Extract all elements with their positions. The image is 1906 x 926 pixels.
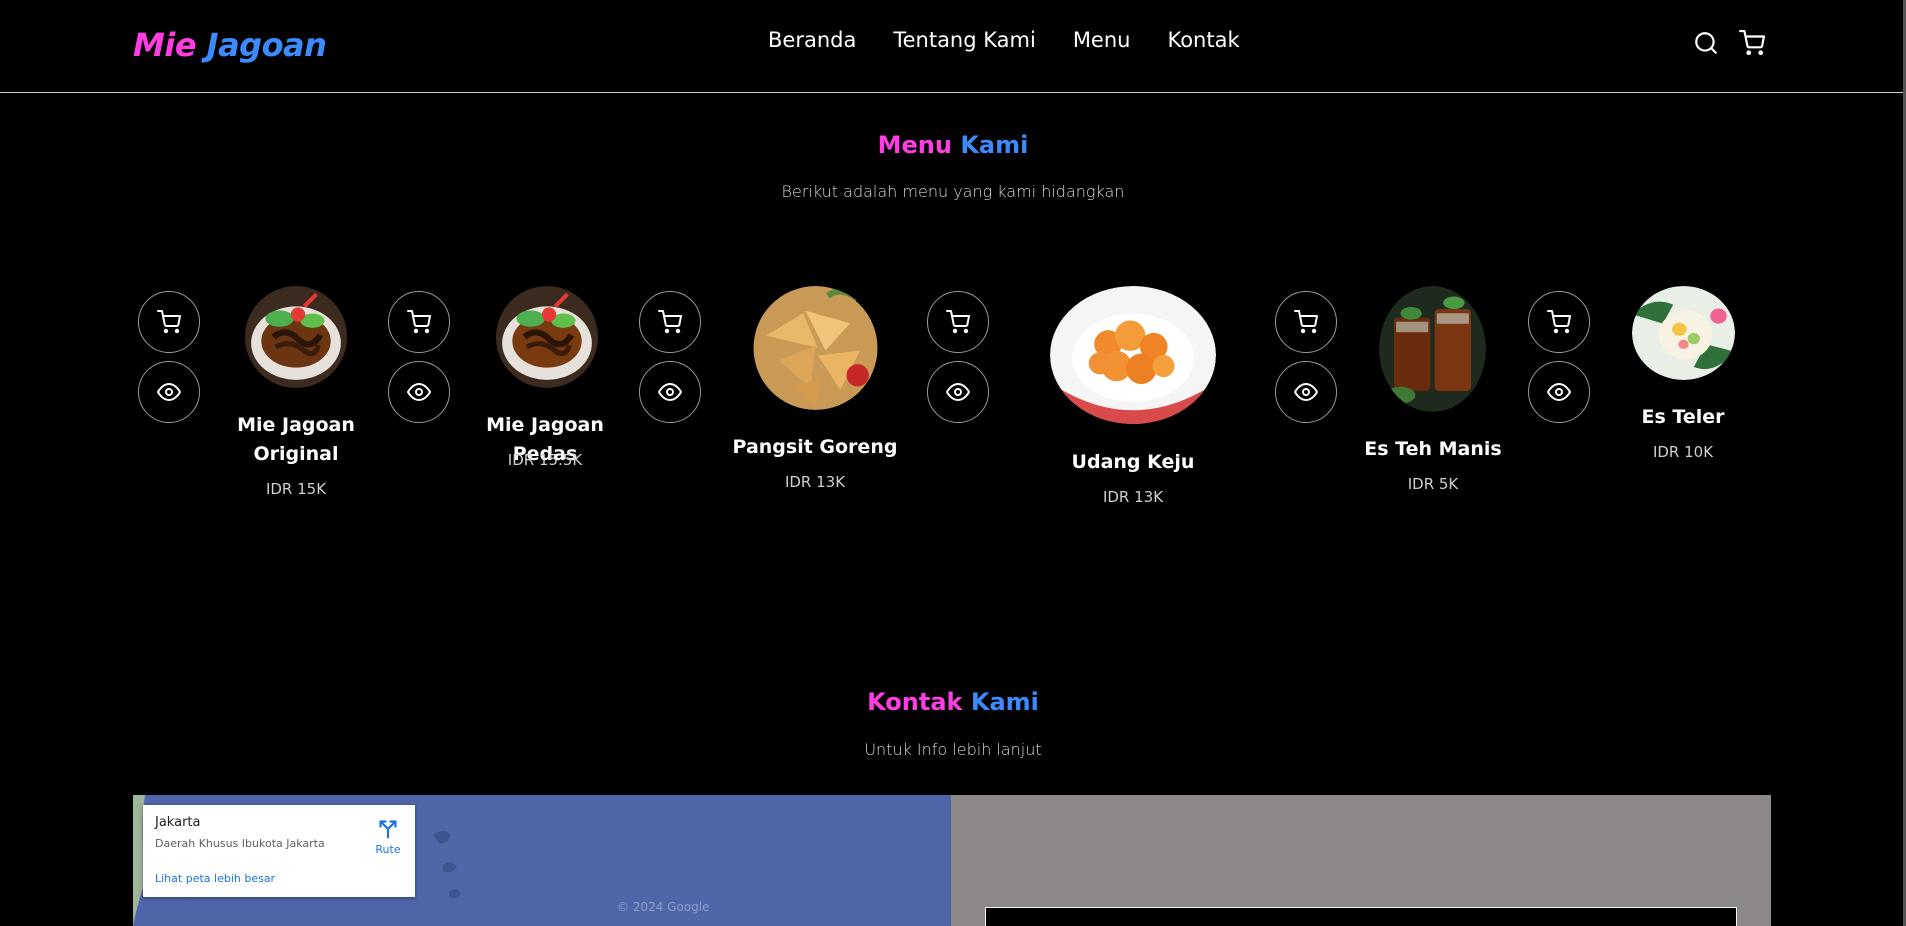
food-image-es-teler — [1632, 286, 1735, 380]
food-image-pangsit-goreng — [751, 286, 880, 410]
food-price: IDR 10K — [1652, 443, 1714, 461]
food-image-mie-pedas — [494, 286, 600, 388]
shopping-cart-icon — [157, 310, 181, 334]
add-to-cart-button[interactable] — [1275, 291, 1337, 353]
contact-section-title: Kontak Kami — [0, 688, 1906, 716]
brand-part-2: Jagoan — [206, 26, 327, 64]
food-image-udang-keju — [1050, 286, 1216, 424]
food-name-line-1: Mie Jagoan — [237, 414, 355, 436]
eye-icon — [1547, 382, 1571, 402]
eye-icon — [157, 382, 181, 402]
eye-icon — [1294, 382, 1318, 402]
food-image-mie-original — [243, 286, 349, 388]
nav-link-tentang-kami[interactable]: Tentang Kami — [893, 28, 1035, 52]
view-larger-map-link[interactable]: Lihat peta lebih besar — [155, 872, 275, 885]
contact-input-box[interactable] — [985, 907, 1737, 926]
nav-link-kontak[interactable]: Kontak — [1167, 28, 1239, 52]
map-region: Daerah Khusus Ibukota Jakarta — [155, 837, 325, 850]
nav-link-menu[interactable]: Menu — [1073, 28, 1131, 52]
nav-links: Beranda Tentang Kami Menu Kontak — [768, 28, 1240, 52]
food-name: Pangsit Goreng — [732, 436, 898, 458]
shopping-cart-icon — [658, 310, 682, 334]
view-detail-button[interactable] — [388, 361, 450, 423]
eye-icon — [946, 382, 970, 402]
food-name: Udang Keju — [1071, 451, 1195, 473]
add-to-cart-button[interactable] — [388, 291, 450, 353]
view-detail-button[interactable] — [1275, 361, 1337, 423]
view-detail-button[interactable] — [138, 361, 200, 423]
menu-title-part-1: Menu — [877, 131, 952, 159]
menu-section-title: Menu Kami — [0, 131, 1906, 159]
food-name-line-2: Original — [253, 443, 339, 465]
food-price: IDR 15.5K — [507, 451, 583, 469]
add-to-cart-button[interactable] — [138, 291, 200, 353]
contact-section-subtitle: Untuk Info lebih lanjut — [864, 740, 1042, 759]
shopping-cart-icon — [1294, 310, 1318, 334]
food-price: IDR 5K — [1407, 475, 1459, 493]
menu-title-part-2: Kami — [960, 131, 1029, 159]
brand-logo[interactable]: Mie Jagoan — [133, 26, 327, 64]
directions-icon — [379, 820, 397, 839]
food-name: Es Teh Manis — [1364, 438, 1502, 460]
contact-title-part-2: Kami — [970, 688, 1039, 716]
eye-icon — [658, 382, 682, 402]
eye-icon — [407, 382, 431, 402]
route-label: Rute — [375, 843, 401, 856]
menu-section-subtitle: Berikut adalah menu yang kami hidangkan — [781, 182, 1125, 201]
food-image-es-teh-manis — [1379, 286, 1486, 412]
view-detail-button[interactable] — [1528, 361, 1590, 423]
map-copyright: © 2024 Google — [617, 900, 710, 914]
shopping-cart-icon — [1547, 310, 1571, 334]
shopping-cart-icon[interactable] — [1739, 30, 1765, 56]
shopping-cart-icon — [407, 310, 431, 334]
shopping-cart-icon — [946, 310, 970, 334]
route-button[interactable]: Rute — [371, 819, 405, 856]
map-city: Jakarta — [155, 815, 201, 830]
view-detail-button[interactable] — [639, 361, 701, 423]
add-to-cart-button[interactable] — [639, 291, 701, 353]
nav-link-beranda[interactable]: Beranda — [768, 28, 856, 52]
food-price: IDR 15K — [265, 480, 327, 498]
navbar: Mie Jagoan Beranda Tentang Kami Menu Kon… — [0, 0, 1906, 93]
brand-part-1: Mie — [133, 26, 197, 64]
add-to-cart-button[interactable] — [927, 291, 989, 353]
map-info-card: Jakarta Daerah Khusus Ibukota Jakarta Li… — [143, 805, 415, 897]
food-name: Es Teler — [1641, 406, 1725, 428]
view-detail-button[interactable] — [927, 361, 989, 423]
contact-title-part-1: Kontak — [867, 688, 963, 716]
search-icon[interactable] — [1693, 30, 1719, 56]
food-price: IDR 13K — [784, 473, 846, 491]
nav-icons — [1693, 30, 1765, 56]
add-to-cart-button[interactable] — [1528, 291, 1590, 353]
food-name: Mie Jagoan Original — [224, 411, 368, 469]
food-price: IDR 13K — [1102, 488, 1164, 506]
